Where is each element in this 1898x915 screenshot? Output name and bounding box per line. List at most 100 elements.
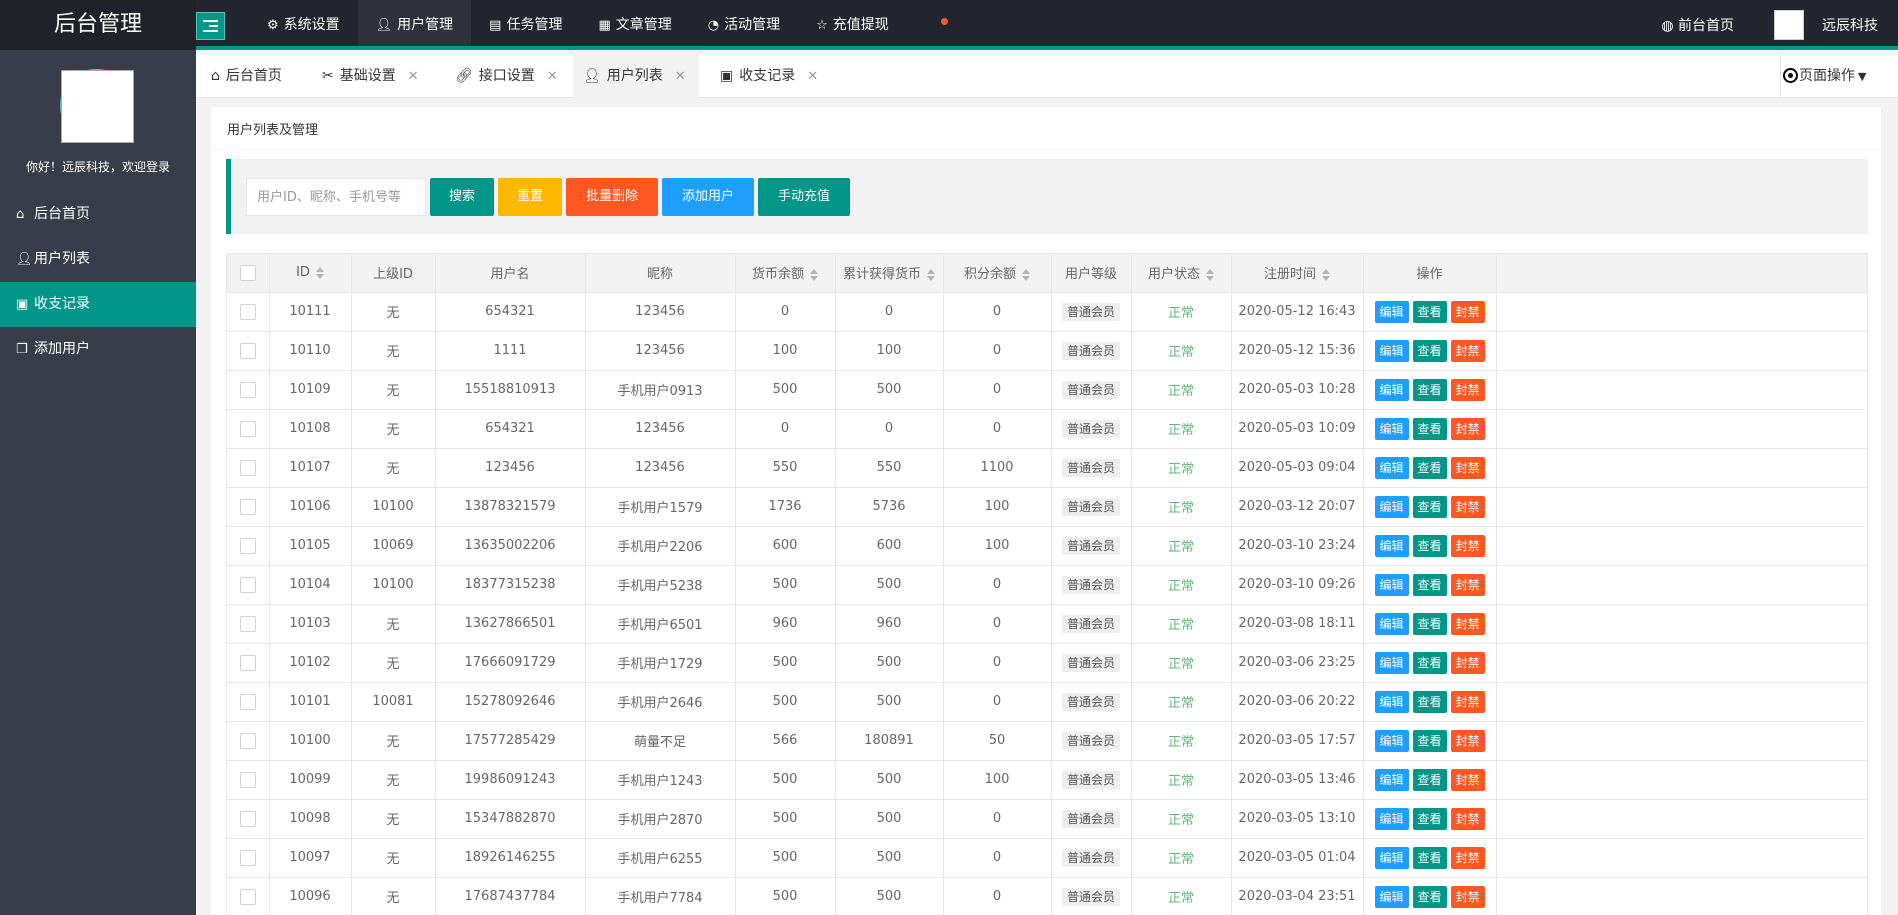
reset-button[interactable]: 重置: [498, 178, 562, 216]
row-checkbox[interactable]: [239, 537, 256, 554]
edit-button[interactable]: 编辑: [1374, 495, 1409, 518]
edit-button[interactable]: 编辑: [1374, 417, 1409, 440]
topnav-item-activity-management[interactable]: ◔ 活动管理: [690, 0, 798, 50]
view-button[interactable]: 查看: [1412, 846, 1447, 869]
tab-dashboard[interactable]: ⌂ 后台首页: [211, 54, 282, 98]
sidebar-item-add-user[interactable]: ❐ 添加用户: [0, 327, 196, 372]
ban-button[interactable]: 封禁: [1450, 846, 1485, 869]
col-id[interactable]: ID: [269, 254, 352, 293]
ban-button[interactable]: 封禁: [1450, 456, 1485, 479]
view-button[interactable]: 查看: [1412, 417, 1447, 440]
edit-button[interactable]: 编辑: [1374, 612, 1409, 635]
tab-basic-settings[interactable]: ✂ 基础设置 ✕: [322, 54, 419, 98]
close-icon[interactable]: ✕: [408, 55, 419, 99]
sort-icon[interactable]: [1206, 268, 1214, 281]
ban-button[interactable]: 封禁: [1450, 495, 1485, 518]
row-checkbox[interactable]: [239, 888, 256, 905]
ban-button[interactable]: 封禁: [1450, 612, 1485, 635]
select-all-checkbox[interactable]: [239, 264, 256, 281]
ban-button[interactable]: 封禁: [1450, 534, 1485, 557]
row-checkbox[interactable]: [239, 732, 256, 749]
sort-icon[interactable]: [1322, 268, 1330, 281]
bulk-delete-button[interactable]: 批量删除: [566, 178, 658, 216]
row-checkbox[interactable]: [239, 849, 256, 866]
topnav-item-system-settings[interactable]: ⚙ 系统设置: [249, 0, 358, 50]
tab-user-list[interactable]: 👤︎ 用户列表 ✕: [573, 54, 699, 98]
view-button[interactable]: 查看: [1412, 534, 1447, 557]
close-icon[interactable]: ✕: [675, 55, 686, 99]
topnav-item-task-management[interactable]: ▤ 任务管理: [471, 0, 580, 50]
row-checkbox[interactable]: [239, 810, 256, 827]
view-button[interactable]: 查看: [1412, 456, 1447, 479]
row-checkbox[interactable]: [239, 303, 256, 320]
row-checkbox[interactable]: [239, 693, 256, 710]
view-button[interactable]: 查看: [1412, 690, 1447, 713]
user-table-wrapper[interactable]: ID 上级ID 用户名 昵称 货币余额 累计获得货币 积分余额 用户等级 用户状…: [226, 253, 1868, 915]
menu-toggle-button[interactable]: [196, 12, 225, 40]
row-checkbox[interactable]: [239, 615, 256, 632]
sidebar-item-transactions[interactable]: ▣ 收支记录: [0, 282, 196, 327]
ban-button[interactable]: 封禁: [1450, 573, 1485, 596]
topnav-item-article-management[interactable]: ▦ 文章管理: [580, 0, 689, 50]
view-button[interactable]: 查看: [1412, 807, 1447, 830]
view-button[interactable]: 查看: [1412, 495, 1447, 518]
col-balance[interactable]: 货币余额: [735, 254, 836, 293]
close-icon[interactable]: ✕: [547, 55, 558, 99]
sort-icon[interactable]: [315, 266, 324, 279]
edit-button[interactable]: 编辑: [1374, 729, 1409, 752]
ban-button[interactable]: 封禁: [1450, 729, 1485, 752]
edit-button[interactable]: 编辑: [1374, 339, 1409, 362]
view-button[interactable]: 查看: [1412, 339, 1447, 362]
search-button[interactable]: 搜索: [430, 178, 494, 216]
view-button[interactable]: 查看: [1412, 885, 1447, 908]
edit-button[interactable]: 编辑: [1374, 651, 1409, 674]
view-button[interactable]: 查看: [1412, 300, 1447, 323]
row-checkbox[interactable]: [239, 381, 256, 398]
ban-button[interactable]: 封禁: [1450, 651, 1485, 674]
col-registered[interactable]: 注册时间: [1231, 254, 1364, 293]
sidebar-item-dashboard[interactable]: ⌂ 后台首页: [0, 192, 196, 237]
tab-transactions[interactable]: ▣ 收支记录 ✕: [720, 54, 818, 98]
row-checkbox[interactable]: [239, 498, 256, 515]
view-button[interactable]: 查看: [1412, 378, 1447, 401]
ban-button[interactable]: 封禁: [1450, 378, 1485, 401]
add-user-button[interactable]: 添加用户: [662, 178, 754, 216]
manual-charge-button[interactable]: 手动充值: [758, 178, 850, 216]
row-checkbox[interactable]: [239, 576, 256, 593]
edit-button[interactable]: 编辑: [1374, 534, 1409, 557]
ban-button[interactable]: 封禁: [1450, 690, 1485, 713]
topnav-item-recharge-withdraw[interactable]: ☆ 充值提现: [798, 0, 907, 50]
view-button[interactable]: 查看: [1412, 612, 1447, 635]
view-button[interactable]: 查看: [1412, 573, 1447, 596]
front-home-link[interactable]: ◍ 前台首页: [1661, 15, 1734, 35]
ban-button[interactable]: 封禁: [1450, 339, 1485, 362]
ban-button[interactable]: 封禁: [1450, 807, 1485, 830]
row-checkbox[interactable]: [239, 771, 256, 788]
col-earned[interactable]: 累计获得货币: [835, 254, 944, 293]
edit-button[interactable]: 编辑: [1374, 846, 1409, 869]
row-checkbox[interactable]: [239, 654, 256, 671]
view-button[interactable]: 查看: [1412, 651, 1447, 674]
sidebar-item-user-list[interactable]: 👤︎用户列表: [0, 237, 196, 282]
close-icon[interactable]: ✕: [807, 55, 818, 99]
header-username[interactable]: 远辰科技: [1822, 15, 1878, 35]
page-ops-dropdown[interactable]: 页面操作 ▼: [1780, 54, 1898, 98]
ban-button[interactable]: 封禁: [1450, 300, 1485, 323]
ban-button[interactable]: 封禁: [1450, 768, 1485, 791]
sort-icon[interactable]: [927, 268, 935, 281]
sort-icon[interactable]: [1022, 268, 1030, 281]
row-checkbox[interactable]: [239, 420, 256, 437]
edit-button[interactable]: 编辑: [1374, 768, 1409, 791]
view-button[interactable]: 查看: [1412, 768, 1447, 791]
user-avatar-small[interactable]: [1774, 10, 1804, 40]
col-status[interactable]: 用户状态: [1131, 254, 1232, 293]
edit-button[interactable]: 编辑: [1374, 573, 1409, 596]
edit-button[interactable]: 编辑: [1374, 885, 1409, 908]
tab-api-settings[interactable]: 🔗︎ 接口设置 ✕: [455, 54, 558, 98]
edit-button[interactable]: 编辑: [1374, 807, 1409, 830]
sort-icon[interactable]: [810, 268, 818, 281]
search-input[interactable]: [246, 178, 426, 216]
edit-button[interactable]: 编辑: [1374, 690, 1409, 713]
col-points[interactable]: 积分余额: [943, 254, 1052, 293]
topnav-item-user-management[interactable]: 👤︎ 用户管理: [357, 0, 472, 50]
